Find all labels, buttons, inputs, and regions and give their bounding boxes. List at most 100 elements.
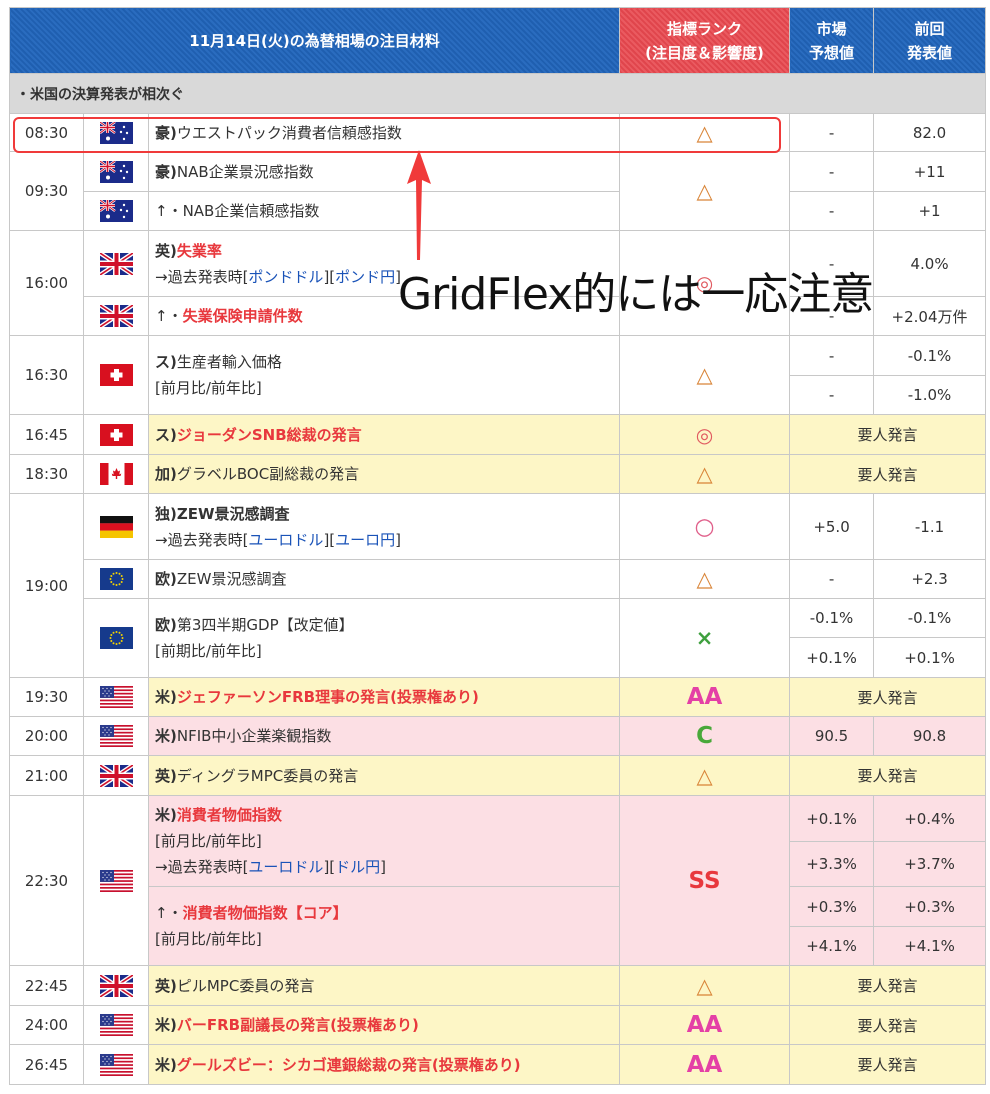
country-code: 米): [155, 1016, 177, 1034]
event-time: 22:30: [9, 795, 84, 966]
event-time: 19:00: [9, 493, 84, 678]
previous-value: 82.0: [873, 113, 987, 152]
uk-flag-icon: [99, 974, 133, 997]
table-row[interactable]: 22:45 英)ピルMPC委員の発言 △ 要人発言: [9, 965, 987, 1006]
event-name: ディングラMPC委員の発言: [176, 766, 359, 785]
event-name: ZEW景況感調査: [176, 570, 287, 588]
previous-value: +0.1%: [873, 637, 987, 678]
country-code: ス): [155, 425, 177, 444]
rank-mark: △: [696, 567, 713, 591]
table-row[interactable]: ↑・NAB企業信頼感指数 - +1: [10, 191, 987, 231]
link-gbpjpy[interactable]: ポンド円: [335, 268, 395, 286]
rank-mark: ◎: [695, 422, 714, 447]
rank-mark: ○: [694, 513, 715, 540]
eu-flag-icon: [99, 568, 133, 590]
table-row[interactable]: 欧)ZEW景況感調査 △ - +2.3: [10, 559, 987, 599]
forecast-value: -: [789, 113, 875, 152]
au-flag-icon: [99, 200, 133, 222]
forecast-value: +0.3%: [789, 886, 875, 927]
table-row[interactable]: 20:00 米)NFIB中小企業楽観指数 C 90.5 90.8: [9, 716, 987, 756]
country-code: 英): [155, 241, 177, 260]
rank-mark: △: [696, 462, 713, 486]
speech-label: 要人発言: [789, 755, 987, 796]
link-close: ]: [395, 530, 402, 549]
country-code: 米): [155, 1055, 177, 1074]
sub-prefix: ↑・: [155, 904, 183, 922]
event-time: 22:45: [9, 965, 84, 1006]
ch-flag-icon: [99, 423, 133, 446]
previous-value: +2.3: [873, 559, 987, 599]
speech-label: 要人発言: [789, 1044, 987, 1085]
header-previous-line1: 前回: [914, 19, 945, 38]
event-name: NAB企業景況感指数: [176, 162, 314, 181]
header-forecast-line2: 予想値: [809, 43, 855, 62]
event-time: 18:30: [9, 454, 84, 494]
speech-label: 要人発言: [789, 414, 987, 455]
au-flag-icon: [99, 160, 133, 183]
table-row[interactable]: 欧)第3四半期GDP【改定値】 [前期比/前年比] × -0.1% -0.1%: [10, 598, 987, 678]
past-release-label: →過去発表時[: [155, 267, 249, 286]
table-row[interactable]: 21:00 英)ディングラMPC委員の発言 △ 要人発言: [9, 755, 987, 796]
table-row[interactable]: 18:30 加)グラベルBOC副総裁の発言 △ 要人発言: [9, 454, 987, 494]
event-time: 21:00: [9, 755, 84, 796]
event-name: ジェファーソンFRB理事の発言(投票権あり): [176, 688, 479, 706]
section-row: ・米国の決算発表が相次ぐ: [8, 73, 987, 114]
table-row[interactable]: 19:00 独)ZEW景況感調査 →過去発表時[ユーロドル][ユーロ円] ○ +5…: [9, 493, 987, 678]
highlight-box: [13, 117, 781, 153]
header-forecast-line1: 市場: [816, 19, 847, 38]
rank-mark: △: [696, 763, 713, 788]
forecast-value: -: [789, 191, 875, 231]
speech-label: 要人発言: [789, 677, 987, 717]
rank-mark: AA: [686, 1051, 723, 1078]
event-name: 消費者物価指数: [176, 806, 282, 824]
uk-flag-icon: [99, 764, 133, 787]
rank-mark: AA: [686, 684, 723, 710]
country-code: 欧): [155, 570, 177, 588]
table-row[interactable]: 09:30 豪)NAB企業景況感指数 △ - +11: [9, 151, 987, 231]
country-code: 欧): [155, 616, 177, 634]
country-code: 英): [155, 766, 177, 785]
link-eurusd[interactable]: ユーロドル: [248, 858, 323, 876]
link-eurjpy[interactable]: ユーロ円: [335, 531, 395, 549]
event-name: 失業率: [176, 241, 222, 260]
table-row[interactable]: 22:30 米)消費者物価指数 [前月比/前年比] →過去発表時[ユーロドル][ドル…: [9, 795, 987, 966]
event-sub: [前月比/前年比]: [155, 832, 262, 850]
link-gbpusd[interactable]: ポンドドル: [248, 268, 323, 286]
rank-mark: △: [696, 973, 713, 998]
previous-value: +3.7%: [873, 841, 987, 887]
us-flag-icon: [99, 725, 133, 747]
rank-mark: ×: [695, 626, 714, 650]
table-row[interactable]: 16:45 ス)ジョーダンSNB総裁の発言 ◎ 要人発言: [9, 414, 987, 455]
section-label: ・米国の決算発表が相次ぐ: [8, 73, 987, 114]
event-time: 26:45: [9, 1044, 84, 1085]
previous-value: -1.0%: [873, 375, 987, 415]
forecast-value: -: [789, 375, 875, 415]
table-row[interactable]: 16:30 ス)生産者輸入価格 [前月比/前年比] △ - -0.1%: [9, 335, 987, 415]
header-previous-line2: 発表値: [907, 43, 953, 62]
country-code: 米): [155, 727, 177, 745]
table-row[interactable]: 19:30 米)ジェファーソンFRB理事の発言(投票権あり) AA 要人発言: [9, 677, 987, 717]
table-row[interactable]: ↑・消費者物価指数【コア】 [前月比/前年比] +0.3% +0.3%: [10, 886, 987, 966]
event-sub: [前月比/前年比]: [155, 930, 262, 948]
economic-calendar-table: 11月14日(火)の為替相場の注目材料 指標ランク (注目度＆影響度) 市場 予想値…: [8, 7, 987, 1085]
rank-mark: △: [696, 363, 713, 387]
country-code: 豪): [155, 162, 177, 181]
event-name: ジョーダンSNB総裁の発言: [176, 425, 362, 444]
link-usdjpy[interactable]: ドル円: [335, 858, 380, 876]
previous-value: +0.3%: [873, 886, 987, 927]
table-row[interactable]: 24:00 米)バーFRB副議長の発言(投票権あり) AA 要人発言: [9, 1005, 987, 1045]
link-separator: ][: [323, 858, 336, 876]
previous-value: -0.1%: [873, 598, 987, 638]
event-name: NAB企業信頼感指数: [182, 202, 320, 220]
sub-prefix: ↑・: [155, 202, 183, 220]
event-sub: [前期比/前年比]: [155, 642, 262, 660]
table-row[interactable]: 26:45 米)グールズビー：シカゴ連銀総裁の発言(投票権あり) AA 要人発言: [9, 1044, 987, 1085]
event-name: 第3四半期GDP【改定値】: [176, 616, 354, 634]
previous-value: 90.8: [873, 716, 987, 756]
event-time: 09:30: [9, 151, 84, 231]
sub-prefix: ↑・: [155, 307, 183, 325]
link-eurusd[interactable]: ユーロドル: [248, 531, 323, 549]
speech-label: 要人発言: [789, 965, 987, 1006]
header-rank-line2: (注目度＆影響度): [645, 43, 764, 62]
country-code: 英): [155, 976, 177, 995]
